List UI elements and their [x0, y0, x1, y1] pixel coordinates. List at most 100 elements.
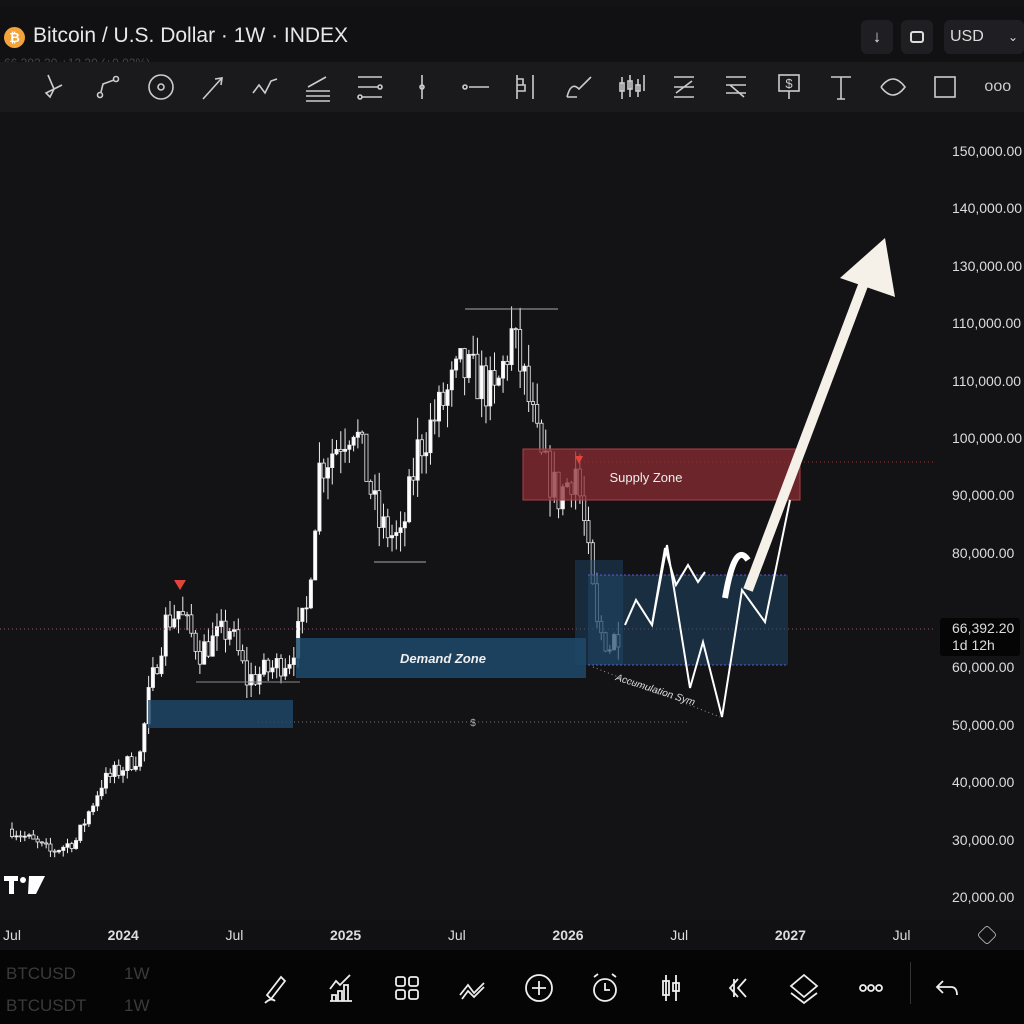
volume-profile-tool-button[interactable] — [501, 67, 553, 107]
add-circle-button[interactable] — [521, 970, 557, 1006]
candle — [338, 448, 343, 452]
grid-button[interactable] — [389, 970, 425, 1006]
candle-type-icon — [662, 975, 680, 1001]
arrow-tool-tool-button[interactable] — [187, 67, 239, 107]
brush-tool-button[interactable] — [30, 67, 82, 107]
candle — [99, 787, 104, 797]
pencil-button[interactable] — [258, 970, 294, 1006]
brush-curve-tool-button[interactable] — [553, 67, 605, 107]
watchlist-symbol[interactable]: BTCUSD — [6, 964, 76, 984]
price-tick-label: 150,000.00 — [952, 143, 1023, 160]
candle-type-button[interactable] — [653, 970, 689, 1006]
candle — [202, 641, 207, 665]
chart-bars-button[interactable] — [323, 970, 359, 1006]
arrow-head-icon — [840, 238, 895, 297]
current-price: 66,392.20 — [952, 620, 1015, 636]
candle — [317, 462, 322, 532]
undo-button[interactable] — [930, 970, 966, 1006]
time-tick-label: Jul — [3, 927, 21, 943]
more-tools-button[interactable]: ooo — [972, 67, 1024, 107]
vertical-line-icon — [419, 75, 426, 99]
candle — [535, 404, 540, 424]
candle — [270, 667, 275, 673]
horizontal-line-tool-button[interactable] — [449, 67, 501, 107]
candle — [445, 389, 450, 406]
replay-button[interactable] — [719, 970, 755, 1006]
chart-bars-icon — [329, 974, 352, 1002]
candle — [74, 840, 79, 849]
price-tick-label: 40,000.00 — [952, 774, 1015, 791]
price-label-tool-button[interactable]: $ — [762, 67, 814, 107]
candle — [321, 462, 326, 479]
candle — [155, 667, 160, 675]
candle — [108, 772, 113, 777]
candle — [116, 764, 121, 776]
rectangle-tool-button[interactable] — [919, 67, 971, 107]
more-button[interactable] — [853, 970, 889, 1006]
gann-tool-button[interactable] — [710, 67, 762, 107]
horizontal-line-icon — [461, 84, 489, 90]
candle — [441, 391, 446, 406]
watchlist-symbol[interactable]: BTCUSDT — [6, 996, 86, 1016]
trendline-tool-button[interactable] — [82, 67, 134, 107]
fullscreen-button[interactable] — [901, 20, 933, 54]
parallel-lines-tool-button[interactable] — [344, 67, 396, 107]
candle — [364, 433, 369, 482]
candles-icon — [618, 75, 645, 99]
fib-tool-button[interactable] — [292, 67, 344, 107]
price-tick-label: 50,000.00 — [952, 716, 1015, 733]
candle — [325, 467, 330, 479]
add-circle-icon — [525, 974, 553, 1002]
candles-tool-button[interactable] — [605, 67, 657, 107]
currency-select[interactable]: USD ⌄ — [944, 20, 1024, 54]
candle — [539, 422, 544, 453]
patterns-button[interactable] — [455, 970, 491, 1006]
candle — [69, 843, 74, 849]
candle — [82, 823, 87, 826]
currency-value: USD — [950, 28, 984, 45]
candle — [121, 770, 126, 776]
circle-tool-tool-button[interactable] — [135, 67, 187, 107]
pencil-icon — [264, 975, 287, 1004]
vertical-line-tool-button[interactable] — [396, 67, 448, 107]
svg-text:$: $ — [785, 76, 793, 91]
price-tick-label: 60,000.00 — [952, 659, 1015, 676]
path-tool-tool-button[interactable] — [239, 67, 291, 107]
ellipse-tool-button[interactable] — [867, 67, 919, 107]
symbol-title[interactable]: Bitcoin / U.S. Dollar · 1W · INDEX — [33, 24, 348, 48]
candle — [454, 358, 459, 371]
arrow-down-icon: ↓ — [872, 27, 882, 46]
text-tool-tool-button[interactable] — [815, 67, 867, 107]
accumulation-box — [588, 575, 788, 665]
candle — [334, 448, 339, 455]
price-tick-label: 140,000.00 — [952, 200, 1023, 217]
candle — [138, 751, 143, 767]
candle — [586, 520, 591, 544]
time-axis[interactable]: Jul 2024 Jul 2025 Jul 2026 Jul 2027 Jul — [0, 920, 1024, 950]
undo-icon — [935, 980, 958, 996]
candle — [530, 401, 535, 405]
candle — [526, 365, 531, 403]
price-tick-label: 100,000.00 — [952, 429, 1023, 446]
price-tick-label: 110,000.00 — [952, 315, 1022, 332]
brush-curve-icon — [566, 76, 592, 98]
path-tool-icon — [252, 78, 278, 95]
candle — [424, 452, 429, 457]
price-label-icon: $ — [777, 74, 800, 99]
candle — [133, 765, 138, 770]
fib-channel-tool-button[interactable] — [658, 67, 710, 107]
alarm-button[interactable] — [587, 970, 623, 1006]
brush-icon — [44, 74, 63, 99]
candle — [398, 527, 403, 533]
candle — [385, 516, 390, 539]
layers-button[interactable] — [786, 970, 822, 1006]
candle — [9, 828, 14, 837]
candle — [458, 348, 463, 360]
candle — [466, 353, 471, 379]
gann-icon — [726, 76, 747, 98]
download-button[interactable]: ↓ — [861, 20, 893, 54]
candle — [313, 530, 318, 581]
fib-channel-icon — [673, 76, 694, 98]
price-chart[interactable]: Supply Zone Demand Zone Accumulation Sym… — [0, 112, 1024, 920]
trendline-icon — [97, 75, 120, 99]
